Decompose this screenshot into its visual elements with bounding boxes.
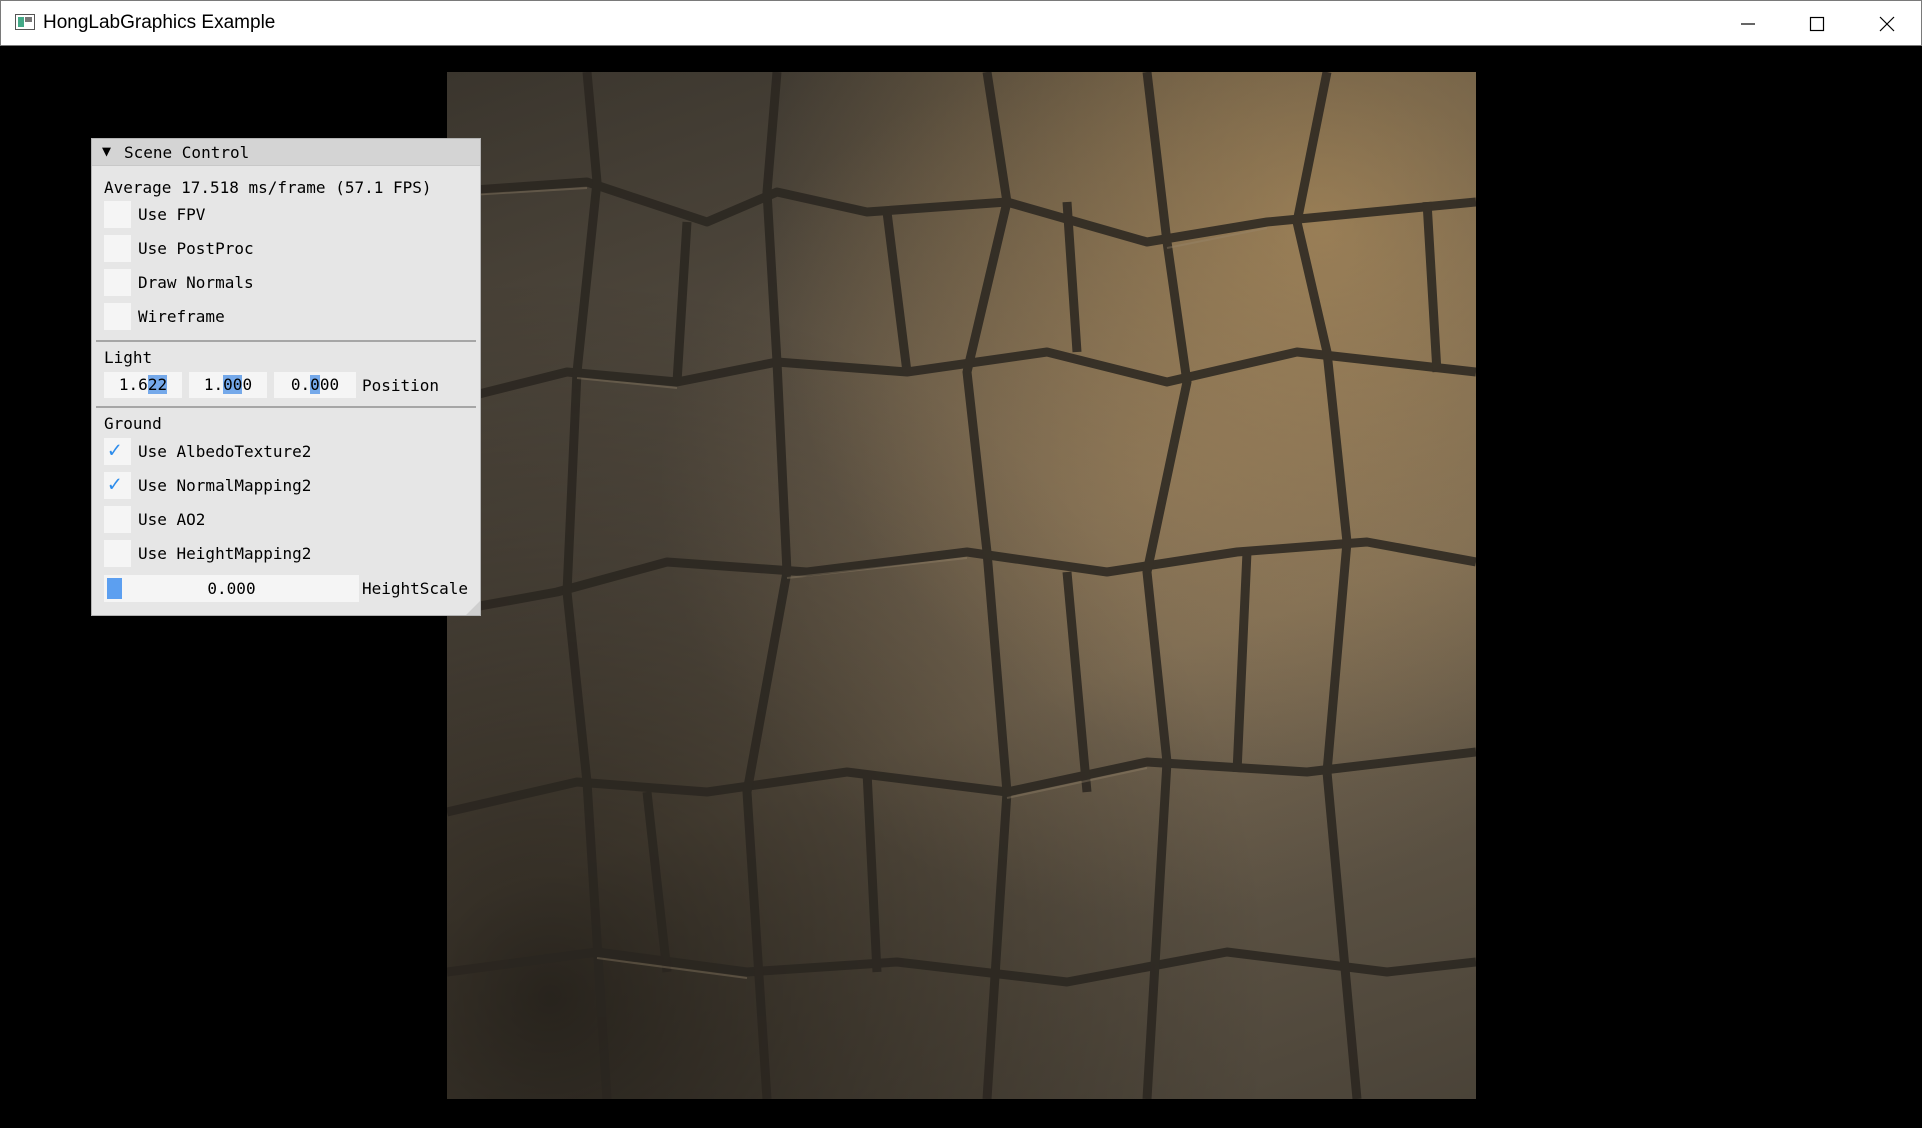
use-fpv-label: Use FPV xyxy=(138,205,206,224)
use-normal-mapping2-label: Use NormalMapping2 xyxy=(138,476,312,495)
height-scale-slider[interactable]: 0.000 xyxy=(104,575,359,602)
minimize-button[interactable] xyxy=(1713,1,1782,46)
use-fpv-checkbox[interactable] xyxy=(104,201,131,228)
close-icon xyxy=(1879,16,1894,31)
window-titlebar[interactable]: HongLabGraphics Example xyxy=(0,0,1922,46)
light-position-y-input[interactable]: 1.000 xyxy=(189,372,267,398)
panel-header[interactable]: ▼ Scene Control xyxy=(92,139,480,166)
panel-title: Scene Control xyxy=(124,143,250,162)
maximize-icon xyxy=(1809,16,1824,31)
use-postproc-label: Use PostProc xyxy=(138,239,254,258)
use-ao2-checkbox[interactable] xyxy=(104,506,131,533)
separator xyxy=(96,406,476,408)
collapse-arrow-icon[interactable]: ▼ xyxy=(102,142,111,160)
draw-normals-checkbox[interactable] xyxy=(104,269,131,296)
light-position-label: Position xyxy=(362,376,440,395)
app-icon xyxy=(15,14,35,30)
use-height-mapping2-label: Use HeightMapping2 xyxy=(138,544,312,563)
height-scale-value: 0.000 xyxy=(207,579,256,598)
use-normal-mapping2-checkbox[interactable]: ✓ xyxy=(104,472,131,499)
light-header: Light xyxy=(104,348,153,367)
draw-normals-label: Draw Normals xyxy=(138,273,254,292)
resize-grip[interactable] xyxy=(466,601,480,615)
use-postproc-checkbox[interactable] xyxy=(104,235,131,262)
stone-wall-plane xyxy=(447,72,1476,1099)
check-icon: ✓ xyxy=(108,472,122,497)
light-position-x-input[interactable]: 1.622 xyxy=(104,372,182,398)
separator xyxy=(96,340,476,342)
minimize-icon xyxy=(1740,22,1755,25)
check-icon: ✓ xyxy=(108,438,122,463)
ground-header: Ground xyxy=(104,414,162,433)
use-ao2-label: Use AO2 xyxy=(138,510,206,529)
wireframe-checkbox[interactable] xyxy=(104,303,131,330)
light-position-z-input[interactable]: 0.000 xyxy=(274,372,356,398)
use-albedo-texture2-label: Use AlbedoTexture2 xyxy=(138,442,312,461)
wireframe-label: Wireframe xyxy=(138,307,225,326)
height-scale-label: HeightScale xyxy=(362,579,468,598)
close-button[interactable] xyxy=(1852,1,1921,46)
fps-stats: Average 17.518 ms/frame (57.1 FPS) xyxy=(104,178,432,197)
scene-control-panel[interactable]: ▼ Scene Control Average 17.518 ms/frame … xyxy=(91,138,481,616)
use-albedo-texture2-checkbox[interactable]: ✓ xyxy=(104,438,131,465)
window-title: HongLabGraphics Example xyxy=(43,12,276,33)
use-height-mapping2-checkbox[interactable] xyxy=(104,540,131,567)
maximize-button[interactable] xyxy=(1782,1,1851,46)
